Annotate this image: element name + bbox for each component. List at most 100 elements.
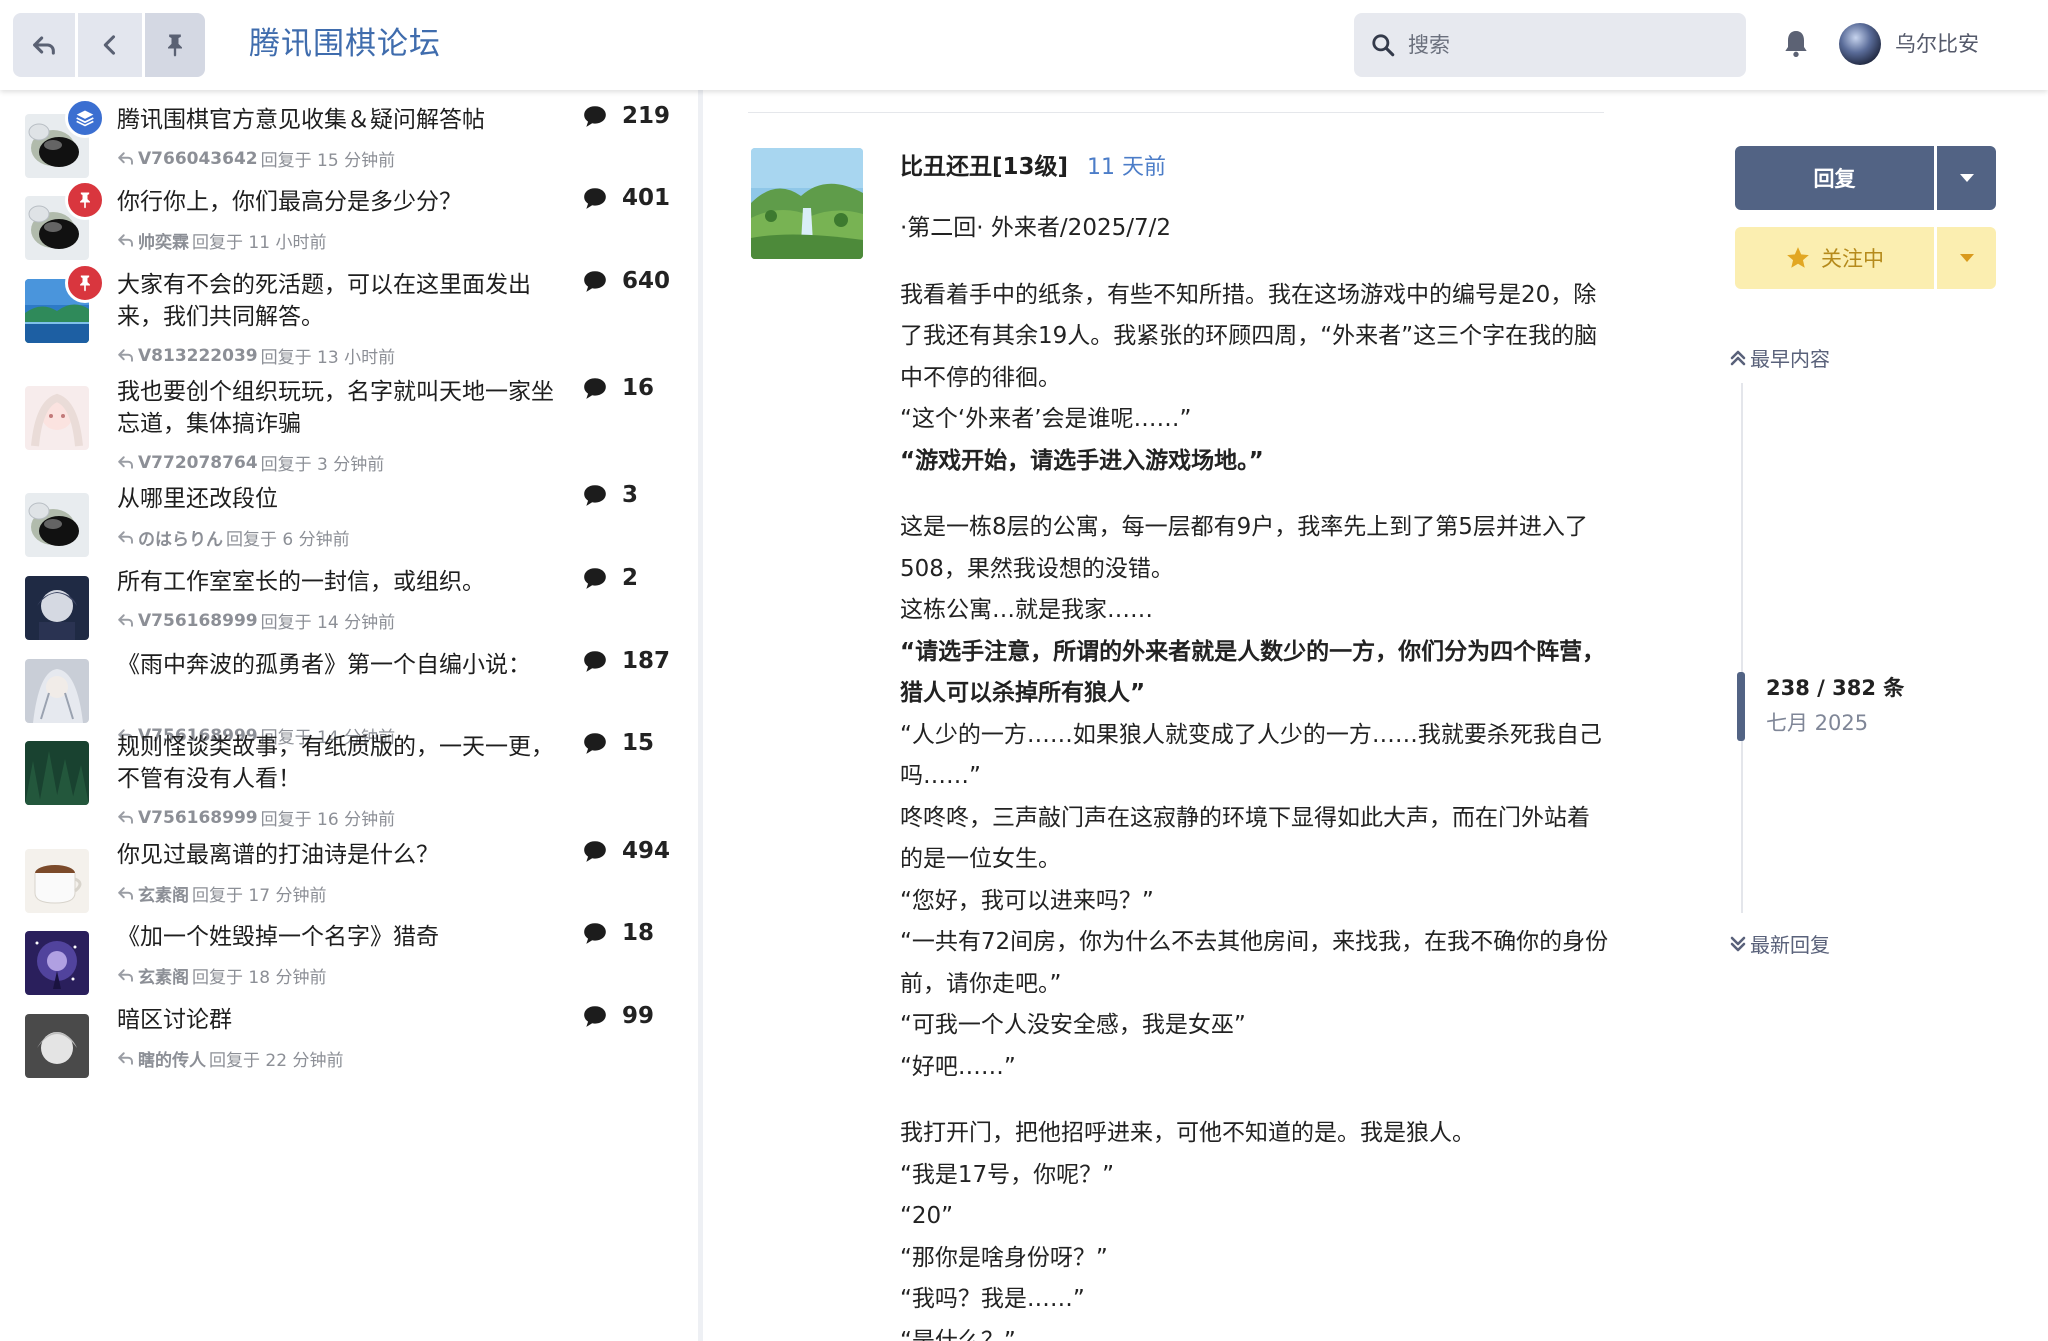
topic-title[interactable]: 从哪里还改段位: [117, 483, 567, 515]
post-paragraph: 我看着手中的纸条，有些不知所措。我在这场游戏中的编号是20，除了我还有其余19人…: [900, 281, 1598, 391]
topic-row[interactable]: 从哪里还改段位のはらりん 回复于 6 分钟前 3: [0, 482, 698, 563]
reply-count[interactable]: 18: [582, 920, 654, 946]
caret-down-icon: [1959, 254, 1974, 262]
reply-count[interactable]: 401: [582, 185, 670, 211]
site-title[interactable]: 腾讯围棋论坛: [249, 18, 441, 63]
topic-row[interactable]: 规则怪谈类故事，有纸质版的，一天一更，不管有没有人看！ V756168999 回复于…: [0, 730, 698, 830]
notification-bell-icon[interactable]: [1780, 26, 1812, 60]
topic-title[interactable]: 暗区讨论群: [117, 1004, 567, 1036]
topic-title[interactable]: 所有工作室室长的一封信，或组织。: [117, 566, 567, 598]
last-reply-time: 回复于 14 分钟前: [260, 613, 396, 633]
search-icon: [1372, 34, 1395, 57]
topic-last-reply: V756168999 回复于 14 分钟前: [117, 608, 395, 633]
last-reply-user[interactable]: V756168999: [138, 611, 258, 631]
topic-title[interactable]: 《雨中奔波的孤勇者》第一个自编小说：: [117, 649, 567, 681]
avatar-image: [25, 386, 89, 450]
last-reply-user[interactable]: 瞎的传人: [138, 1046, 206, 1071]
post-paragraph: “好吧……”: [900, 1053, 1016, 1080]
last-reply-time: 回复于 16 分钟前: [260, 810, 396, 830]
topic-poster-avatar[interactable]: [25, 849, 89, 913]
last-reply-time: 回复于 3 分钟前: [260, 455, 385, 475]
comment-icon: [584, 106, 606, 127]
topic-last-reply: 帅奕霖 回复于 11 小时前: [117, 228, 326, 253]
topic-poster-avatar[interactable]: [25, 1014, 89, 1078]
reply-count[interactable]: 99: [582, 1003, 654, 1029]
topic-row[interactable]: 《加一个姓毁掉一个名字》猎奇 玄素阁 回复于 18 分钟前 18: [0, 920, 698, 1001]
topic-title[interactable]: 你见过最离谱的打油诗是什么？: [117, 839, 567, 871]
last-reply-user[interactable]: 玄素阁: [138, 881, 189, 906]
avatar-image: [25, 931, 89, 995]
reply-count[interactable]: 3: [582, 482, 638, 508]
last-reply-user[interactable]: 玄素阁: [138, 963, 189, 988]
user-avatar[interactable]: [1839, 23, 1881, 65]
search-box[interactable]: [1354, 13, 1746, 77]
last-reply-time: 回复于 6 分钟前: [226, 530, 350, 550]
comment-icon: [584, 378, 606, 399]
topic-row[interactable]: 大家有不会的死活题，可以在这里面发出来，我们共同解答。 V813222039 回复于…: [0, 263, 698, 368]
topic-row[interactable]: 我也要创个组织玩玩，名字就叫天地一家坐忘道，集体搞诈骗 V772078764 回复于…: [0, 375, 698, 475]
topic-row[interactable]: 《雨中奔波的孤勇者》第一个自编小说： V756168999 回复于 14 分钟前 18…: [0, 648, 698, 748]
topic-poster-avatar[interactable]: [25, 576, 89, 640]
topic-title[interactable]: 规则怪谈类故事，有纸质版的，一天一更，不管有没有人看！: [117, 731, 567, 795]
last-reply-user[interactable]: V813222039: [138, 346, 258, 366]
reply-count[interactable]: 187: [582, 648, 670, 674]
post-paragraph: 这栋公寓…就是我家……: [900, 597, 1153, 623]
topic-row[interactable]: 腾讯围棋官方意见收集＆疑问解答帖 V766043642 回复于 15 分钟前 219: [0, 98, 698, 184]
topic-last-reply: V772078764 回复于 3 分钟前: [117, 450, 384, 475]
last-reply-user[interactable]: V766043642: [138, 149, 258, 169]
reply-count[interactable]: 219: [582, 103, 670, 129]
topic-title[interactable]: 你行你上，你们最高分是多少分？: [117, 186, 567, 218]
topic-title[interactable]: 我也要创个组织玩玩，名字就叫天地一家坐忘道，集体搞诈骗: [117, 376, 567, 440]
reply-button[interactable]: 回复: [1735, 146, 1934, 210]
layers-icon: [76, 110, 94, 127]
username[interactable]: 乌尔比安: [1895, 28, 1979, 58]
reply-count-value: 16: [622, 375, 655, 401]
last-reply-user[interactable]: 帅奕霖: [138, 228, 189, 253]
topic-title[interactable]: 大家有不会的死活题，可以在这里面发出来，我们共同解答。: [117, 269, 567, 333]
pin-sidebar-button[interactable]: [145, 13, 205, 77]
jump-to-latest-link[interactable]: 最新回复: [1730, 929, 1830, 958]
post-paragraph: “人少的一方……如果狼人就变成了人少的一方……我就要杀死我自己吗……”: [900, 721, 1602, 790]
reply-arrow-icon: [118, 456, 133, 469]
watching-dropdown-button[interactable]: [1937, 227, 1996, 289]
topic-poster-avatar[interactable]: [25, 741, 89, 805]
topic-title[interactable]: 腾讯围棋官方意见收集＆疑问解答帖: [117, 104, 567, 136]
topic-row[interactable]: 你行你上，你们最高分是多少分？ 帅奕霖 回复于 11 小时前 401: [0, 180, 698, 266]
back-button[interactable]: [13, 13, 75, 77]
pin-icon: [80, 275, 90, 292]
post-author-name[interactable]: 比丑还丑[13级]: [900, 147, 1068, 181]
watching-button[interactable]: 关注中: [1735, 227, 1934, 289]
search-input[interactable]: [1408, 33, 1708, 57]
post-paragraph: 我打开门，把他招呼进来，可他不知道的是。我是狼人。: [900, 1120, 1475, 1146]
last-reply-user[interactable]: のはらりん: [138, 525, 223, 550]
topic-poster-avatar[interactable]: [25, 931, 89, 995]
reply-count[interactable]: 640: [582, 268, 670, 294]
reply-count[interactable]: 494: [582, 838, 670, 864]
reply-count-value: 219: [622, 103, 671, 129]
jump-to-top-link[interactable]: 最早内容: [1730, 343, 1830, 372]
post-author-avatar[interactable]: [751, 148, 863, 259]
topic-poster-avatar[interactable]: [25, 493, 89, 557]
topic-poster-avatar[interactable]: [25, 386, 89, 450]
reply-count[interactable]: 16: [582, 375, 654, 401]
reply-count[interactable]: 2: [582, 565, 638, 591]
topic-row[interactable]: 暗区讨论群 瞎的传人 回复于 22 分钟前 99: [0, 1003, 698, 1084]
timeline-position: 238 / 382 条: [1766, 676, 1905, 700]
last-reply-user[interactable]: V756168999: [138, 808, 258, 828]
last-reply-user[interactable]: V772078764: [138, 453, 258, 473]
reply-count[interactable]: 15: [582, 730, 654, 756]
timeline-scroll-handle[interactable]: [1737, 672, 1745, 741]
post-paragraph-bold-text: “请选手注意，所谓的外来者就是人数少的一方，你们分为四个阵营，猎人可以杀掉所有狼…: [900, 638, 1606, 707]
chevron-left-icon: [103, 35, 116, 55]
previous-button[interactable]: [78, 13, 142, 77]
topic-row[interactable]: 你见过最离谱的打油诗是什么？ 玄素阁 回复于 17 分钟前 494: [0, 838, 698, 919]
post-time[interactable]: 11 天前: [1087, 149, 1166, 181]
post-paragraph: “游戏开始，请选手进入游戏场地。”: [900, 441, 1610, 483]
reply-count-value: 494: [622, 838, 671, 864]
topic-poster-avatar[interactable]: [25, 659, 89, 723]
double-chevron-down-icon: [1730, 936, 1746, 951]
topic-title[interactable]: 《加一个姓毁掉一个名字》猎奇: [117, 921, 567, 953]
reply-dropdown-button[interactable]: [1937, 146, 1996, 210]
timeline-track[interactable]: [1741, 383, 1743, 913]
topic-row[interactable]: 所有工作室室长的一封信，或组织。 V756168999 回复于 14 分钟前 2: [0, 565, 698, 646]
